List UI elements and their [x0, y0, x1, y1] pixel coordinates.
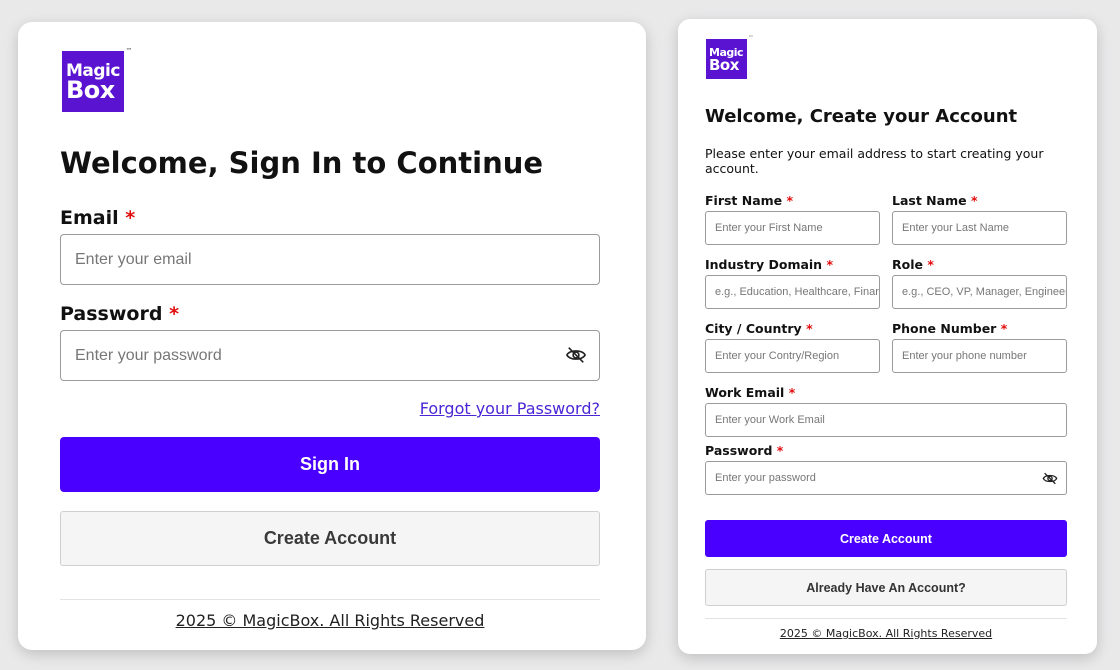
last-name-placeholder: Enter your Last Name — [902, 222, 1009, 234]
signin-button[interactable]: Sign In — [60, 437, 600, 492]
logo-line2: Box — [66, 76, 115, 105]
email-placeholder: Enter your email — [75, 250, 192, 268]
forgot-password-link[interactable]: Forgot your Password? — [420, 399, 600, 418]
required-mark: * — [786, 193, 794, 208]
phone-label: Phone Number * — [892, 321, 1007, 336]
signup-description: Please enter your email address to start… — [705, 146, 1044, 176]
password-label-text: Password — [705, 443, 773, 458]
magicbox-logo: Magic Box ™ — [62, 48, 132, 112]
password-input[interactable]: Enter your password — [705, 461, 1067, 495]
create-account-button[interactable]: Create Account — [705, 520, 1067, 557]
work-email-label: Work Email * — [705, 385, 795, 400]
phone-input[interactable]: Enter your phone number — [892, 339, 1067, 373]
required-mark: * — [1000, 321, 1008, 336]
last-name-input[interactable]: Enter your Last Name — [892, 211, 1067, 245]
eye-slash-icon[interactable] — [565, 345, 587, 370]
logo-line2: Box — [709, 56, 739, 75]
role-placeholder: e.g., CEO, VP, Manager, Engineer — [902, 286, 1067, 298]
last-name-label-text: Last Name — [892, 193, 967, 208]
industry-label-text: Industry Domain — [705, 257, 823, 272]
logo-trademark: ™ — [748, 35, 754, 41]
create-account-button[interactable]: Create Account — [60, 511, 600, 566]
phone-placeholder: Enter your phone number — [902, 350, 1027, 362]
password-input[interactable]: Enter your password — [60, 330, 600, 381]
required-mark: * — [788, 385, 796, 400]
footer-divider — [705, 618, 1067, 619]
city-label: City / Country * — [705, 321, 813, 336]
password-label-text: Password — [60, 303, 163, 325]
required-mark: * — [125, 207, 136, 229]
first-name-placeholder: Enter your First Name — [715, 222, 823, 234]
phone-label-text: Phone Number — [892, 321, 997, 336]
city-input[interactable]: Enter your Contry/Region — [705, 339, 880, 373]
work-email-label-text: Work Email — [705, 385, 785, 400]
email-label: Email * — [60, 207, 135, 229]
city-label-text: City / Country — [705, 321, 802, 336]
email-label-text: Email — [60, 207, 119, 229]
logo-trademark: ™ — [125, 47, 133, 55]
first-name-label-text: First Name — [705, 193, 783, 208]
password-placeholder: Enter your password — [75, 346, 222, 364]
password-placeholder: Enter your password — [715, 472, 816, 484]
industry-label: Industry Domain * — [705, 257, 833, 272]
magicbox-logo: Magic Box ™ — [706, 36, 753, 79]
footer-copyright: 2025 © MagicBox. All Rights Reserved — [779, 627, 993, 640]
already-have-account-button[interactable]: Already Have An Account? — [705, 569, 1067, 606]
work-email-input[interactable]: Enter your Work Email — [705, 403, 1067, 437]
role-label: Role * — [892, 257, 934, 272]
role-label-text: Role — [892, 257, 923, 272]
first-name-input[interactable]: Enter your First Name — [705, 211, 880, 245]
password-label: Password * — [60, 303, 179, 325]
required-mark: * — [927, 257, 934, 272]
city-placeholder: Enter your Contry/Region — [715, 350, 840, 362]
footer-copyright: 2025 © MagicBox. All Rights Reserved — [175, 611, 485, 630]
first-name-label: First Name * — [705, 193, 793, 208]
role-input[interactable]: e.g., CEO, VP, Manager, Engineer — [892, 275, 1067, 309]
required-mark: * — [806, 321, 813, 336]
required-mark: * — [970, 193, 978, 208]
required-mark: * — [169, 303, 179, 325]
required-mark: * — [776, 443, 784, 458]
signup-card: Magic Box ™ Welcome, Create your Account… — [678, 19, 1097, 654]
footer-divider — [60, 599, 600, 600]
industry-input[interactable]: e.g., Education, Healthcare, Finance — [705, 275, 880, 309]
eye-slash-icon[interactable] — [1042, 471, 1058, 489]
page-title: Welcome, Create your Account — [705, 106, 1018, 127]
page-title: Welcome, Sign In to Continue — [60, 146, 544, 180]
work-email-placeholder: Enter your Work Email — [715, 414, 825, 426]
required-mark: * — [826, 257, 833, 272]
last-name-label: Last Name * — [892, 193, 977, 208]
email-input[interactable]: Enter your email — [60, 234, 600, 285]
signin-card: Magic Box ™ Welcome, Sign In to Continue… — [18, 22, 646, 650]
industry-placeholder: e.g., Education, Healthcare, Finance — [715, 286, 880, 298]
password-label: Password * — [705, 443, 783, 458]
